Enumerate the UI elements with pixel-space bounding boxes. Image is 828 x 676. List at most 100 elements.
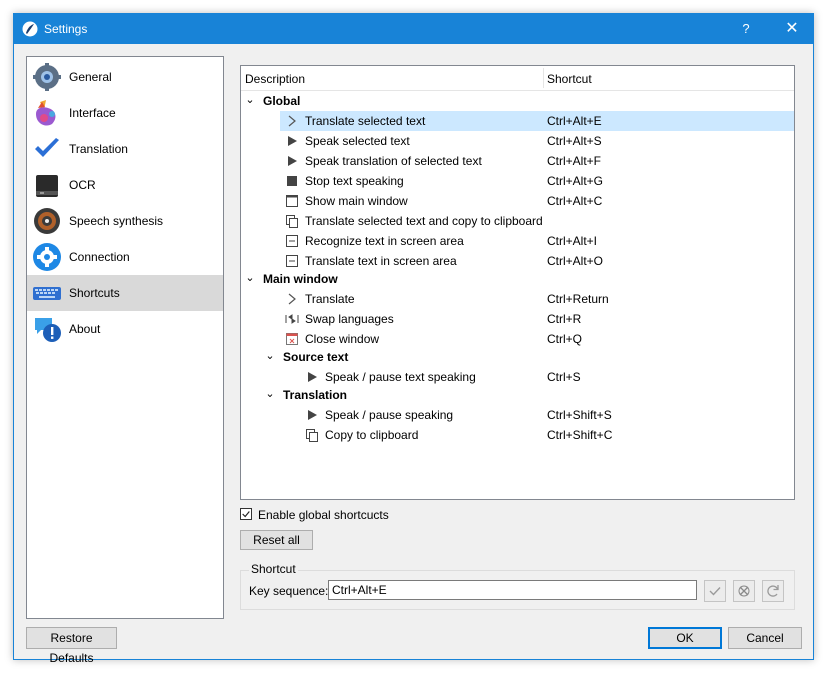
tree-group-source-text[interactable]: ⌄ Source text: [241, 347, 794, 367]
column-separator[interactable]: [543, 68, 544, 88]
close-button[interactable]: ✕: [770, 14, 814, 44]
shortcut-groupbox: Shortcut Key sequence: Ctrl+Alt+E: [240, 562, 795, 610]
sidebar-item-label: Shortcuts: [69, 286, 120, 300]
play-icon: [308, 410, 317, 420]
speaker-icon: [34, 208, 60, 234]
check-icon: [709, 587, 721, 596]
sidebar-item-interface[interactable]: Interface: [27, 95, 223, 131]
cancel-button[interactable]: Cancel: [728, 627, 802, 649]
table-row[interactable]: Translate selected text Ctrl+Alt+E: [241, 111, 794, 131]
screen-area-icon: [286, 235, 298, 247]
title-bar: Settings ? ✕: [14, 14, 813, 44]
ok-button[interactable]: OK: [648, 627, 722, 649]
row-description: Speak / pause text speaking: [325, 370, 476, 384]
window-title: Settings: [44, 22, 88, 36]
row-shortcut: Ctrl+Shift+C: [547, 428, 613, 442]
table-row[interactable]: Speak selected text Ctrl+Alt+S: [241, 131, 794, 151]
sidebar-item-label: General: [69, 70, 112, 84]
row-description: Close window: [305, 332, 380, 346]
shortcuts-tree[interactable]: Description Shortcut ⌄ Global Translate …: [240, 65, 795, 500]
enable-global-shortcuts[interactable]: Enable global shortcucts: [240, 507, 540, 523]
enable-global-label: Enable global shortcucts: [258, 508, 389, 522]
row-description: Speak translation of selected text: [305, 154, 482, 168]
table-row[interactable]: Close window Ctrl+Q: [241, 329, 794, 349]
eraser-icon: [738, 585, 750, 597]
reset-shortcut-button[interactable]: [762, 580, 784, 602]
table-row[interactable]: Speak translation of selected text Ctrl+…: [241, 151, 794, 171]
accept-shortcut-button[interactable]: [704, 580, 726, 602]
row-shortcut: Ctrl+Alt+C: [547, 194, 603, 208]
table-row[interactable]: Show main window Ctrl+Alt+C: [241, 191, 794, 211]
row-shortcut: Ctrl+Alt+F: [547, 154, 602, 168]
close-window-icon: [286, 333, 298, 345]
row-description: Copy to clipboard: [325, 428, 419, 442]
sidebar-item-label: Speech synthesis: [69, 214, 164, 228]
sidebar-item-speech-synthesis[interactable]: Speech synthesis: [27, 203, 223, 239]
table-row[interactable]: Stop text speaking Ctrl+Alt+G: [241, 171, 794, 191]
chevron-down-icon[interactable]: ⌄: [263, 349, 277, 363]
table-row[interactable]: Copy to clipboard Ctrl+Shift+C: [241, 425, 794, 445]
palette-icon: [36, 100, 56, 126]
sidebar-item-translation[interactable]: Translation: [27, 131, 223, 167]
group-label: Global: [263, 94, 301, 108]
copy-icon: [286, 215, 298, 228]
gear-icon: [33, 63, 61, 91]
table-row[interactable]: Recognize text in screen area Ctrl+Alt+I: [241, 231, 794, 251]
info-chat-icon: [35, 318, 61, 342]
settings-cog-icon: [33, 243, 61, 271]
keyboard-icon: [33, 287, 61, 300]
stop-icon: [287, 176, 297, 186]
table-row[interactable]: Translate selected text and copy to clip…: [241, 211, 794, 231]
tree-group-global[interactable]: ⌄ Global: [241, 91, 794, 111]
settings-window: Settings ? ✕ General Interface Translati…: [13, 13, 814, 665]
row-description: Translate selected text and copy to clip…: [305, 214, 543, 228]
column-header-shortcut[interactable]: Shortcut: [547, 72, 592, 86]
sidebar-item-connection[interactable]: Connection: [27, 239, 223, 275]
row-shortcut: Ctrl+Alt+I: [547, 234, 598, 248]
clear-shortcut-button[interactable]: [733, 580, 755, 602]
settings-sidebar: General Interface Translation OCR Speech…: [26, 56, 224, 619]
play-icon: [288, 156, 297, 166]
sidebar-item-label: About: [69, 322, 101, 336]
checkmark-icon: [35, 138, 59, 157]
table-row[interactable]: Speak / pause speaking Ctrl+Shift+S: [241, 405, 794, 425]
row-description: Swap languages: [305, 312, 394, 326]
row-shortcut: Ctrl+Alt+O: [547, 254, 604, 268]
row-shortcut: Ctrl+S: [547, 370, 581, 384]
play-icon: [308, 372, 317, 382]
tree-group-main-window[interactable]: ⌄ Main window: [241, 269, 794, 289]
group-label: Translation: [283, 388, 348, 402]
sidebar-item-label: Translation: [69, 142, 128, 156]
chevron-down-icon[interactable]: ⌄: [263, 387, 277, 401]
chevron-down-icon[interactable]: ⌄: [243, 93, 257, 107]
groupbox-title: Shortcut: [249, 562, 298, 576]
table-row[interactable]: Speak / pause text speaking Ctrl+S: [241, 367, 794, 387]
translate-arrow-icon: [288, 115, 296, 127]
sidebar-item-ocr[interactable]: OCR: [27, 167, 223, 203]
row-description: Translate text in screen area: [305, 254, 457, 268]
row-shortcut: Ctrl+Alt+S: [547, 134, 602, 148]
help-button[interactable]: ?: [726, 14, 766, 44]
sidebar-item-general[interactable]: General: [27, 59, 223, 95]
key-sequence-input[interactable]: Ctrl+Alt+E: [328, 580, 697, 600]
group-label: Main window: [263, 272, 338, 286]
row-description: Show main window: [305, 194, 408, 208]
copy-icon: [306, 429, 318, 442]
table-row[interactable]: Translate Ctrl+Return: [241, 289, 794, 309]
reset-all-button[interactable]: Reset all: [240, 530, 313, 550]
tree-header: Description Shortcut: [241, 66, 794, 91]
sidebar-item-about[interactable]: About: [27, 311, 223, 347]
screen-area-icon: [286, 255, 298, 267]
tree-group-translation[interactable]: ⌄ Translation: [241, 385, 794, 405]
key-sequence-label: Key sequence:: [249, 584, 329, 598]
sidebar-item-label: Connection: [69, 250, 130, 264]
table-row[interactable]: Swap languages Ctrl+R: [241, 309, 794, 329]
sidebar-item-shortcuts[interactable]: Shortcuts: [27, 275, 223, 311]
chevron-right-icon: [288, 293, 296, 305]
row-description: Speak selected text: [305, 134, 410, 148]
checkbox-checked-icon[interactable]: [240, 508, 252, 520]
table-row[interactable]: Translate text in screen area Ctrl+Alt+O: [241, 251, 794, 271]
chevron-down-icon[interactable]: ⌄: [243, 271, 257, 285]
column-header-description[interactable]: Description: [245, 72, 305, 86]
restore-defaults-button[interactable]: Restore Defaults: [26, 627, 117, 665]
